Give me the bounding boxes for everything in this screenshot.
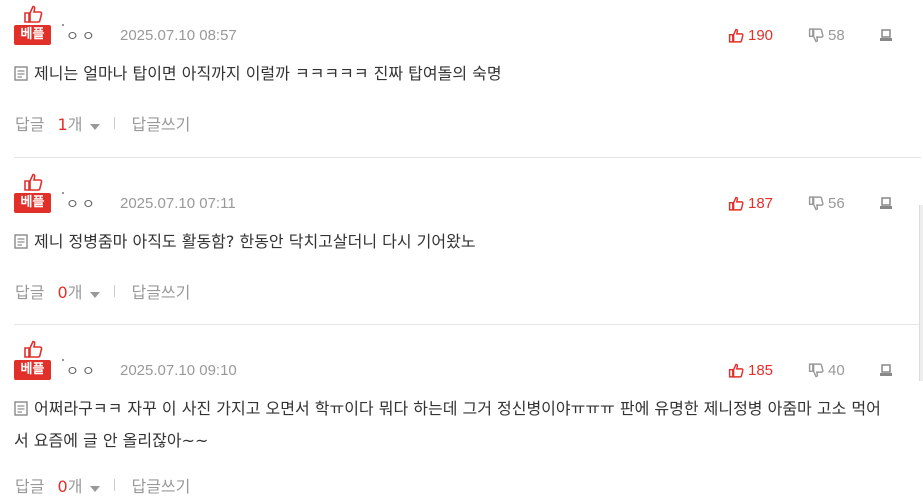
memo-icon bbox=[14, 401, 28, 416]
dislike-count: 40 bbox=[828, 362, 845, 379]
comment-text: 제니 정병줌마 아직도 활동함? 한동안 닥치고살더니 다시 기어왔노 bbox=[34, 232, 476, 251]
thumbs-down-icon bbox=[808, 28, 824, 43]
memo-icon bbox=[14, 234, 28, 249]
write-reply-button[interactable]: 답글쓰기 bbox=[131, 111, 190, 135]
divider bbox=[114, 117, 116, 129]
thumbs-up-icon bbox=[24, 340, 43, 358]
comment-body: 제니는 얼마나 탑이면 아직까지 이럴까 ㅋㅋㅋㅋㅋ 진짜 탑여돌의 숙명 bbox=[14, 58, 884, 90]
comment-body: 어쩌라구ㅋㅋ 자꾸 이 사진 가지고 오면서 학ㅠ이다 뭐다 하는데 그거 정신… bbox=[14, 393, 884, 457]
comment-author: ㅇㅇ bbox=[66, 364, 98, 380]
comment-text: 제니는 얼마나 탑이면 아직까지 이럴까 ㅋㅋㅋㅋㅋ 진짜 탑여돌의 숙명 bbox=[34, 64, 502, 83]
like-button[interactable]: 187 bbox=[728, 195, 773, 212]
separator-dot bbox=[62, 192, 64, 194]
thumbs-up-icon bbox=[728, 196, 744, 211]
thumbs-down-icon bbox=[808, 196, 824, 211]
replies-toggle[interactable]: 답글 1개 bbox=[15, 111, 101, 135]
comment-date: 2025.07.10 07:11 bbox=[120, 195, 236, 212]
like-count: 185 bbox=[748, 362, 774, 379]
report-icon[interactable] bbox=[880, 29, 892, 41]
report-icon[interactable] bbox=[880, 197, 892, 209]
best-badge: 베플 bbox=[14, 173, 52, 213]
comment-body: 제니 정병줌마 아직도 활동함? 한동안 닥치고살더니 다시 기어왔노 bbox=[14, 226, 884, 258]
dislike-count: 58 bbox=[828, 27, 845, 44]
comment-divider bbox=[14, 324, 921, 325]
reply-count-suffix: 개 bbox=[67, 115, 83, 134]
reply-count-suffix: 개 bbox=[67, 283, 83, 302]
scrollbar-edge[interactable] bbox=[919, 205, 923, 381]
thumbs-down-icon bbox=[808, 363, 824, 378]
comment-divider bbox=[14, 157, 921, 158]
reply-count: 0 bbox=[57, 283, 68, 302]
like-count: 190 bbox=[748, 27, 774, 44]
comment-date: 2025.07.10 08:57 bbox=[120, 27, 237, 44]
dislike-button[interactable]: 56 bbox=[808, 195, 845, 212]
separator-dot bbox=[62, 359, 64, 361]
separator-dot bbox=[62, 24, 64, 26]
reply-label: 답글 bbox=[15, 477, 45, 496]
chevron-down-icon bbox=[90, 292, 101, 298]
comment-author: ㅇㅇ bbox=[66, 29, 98, 45]
thumbs-up-icon bbox=[728, 28, 744, 43]
replies-toggle[interactable]: 답글 0개 bbox=[15, 279, 101, 303]
best-label: 베플 bbox=[14, 193, 51, 213]
divider bbox=[114, 479, 116, 491]
comment-author: ㅇㅇ bbox=[66, 197, 98, 213]
reply-count: 1 bbox=[57, 115, 68, 134]
memo-icon bbox=[14, 66, 28, 81]
reply-label: 답글 bbox=[15, 283, 45, 302]
comment-list: 베플 ㅇㅇ 2025.07.10 08:57 190 58 제니는 얼마나 탑이… bbox=[0, 0, 923, 503]
reply-count-suffix: 개 bbox=[67, 477, 83, 496]
chevron-down-icon bbox=[90, 124, 101, 130]
reply-bar: 답글 0개 답글쓰기 bbox=[15, 473, 190, 497]
best-label: 베플 bbox=[14, 360, 51, 380]
comment-date: 2025.07.10 09:10 bbox=[120, 362, 237, 379]
chevron-down-icon bbox=[90, 486, 101, 492]
report-icon[interactable] bbox=[880, 364, 892, 376]
thumbs-up-icon bbox=[24, 5, 43, 23]
like-button[interactable]: 185 bbox=[728, 362, 773, 379]
dislike-button[interactable]: 58 bbox=[808, 27, 845, 44]
best-badge: 베플 bbox=[14, 5, 52, 45]
reply-bar: 답글 1개 답글쓰기 bbox=[15, 111, 190, 135]
thumbs-up-icon bbox=[24, 173, 43, 191]
like-count: 187 bbox=[748, 195, 774, 212]
dislike-button[interactable]: 40 bbox=[808, 362, 845, 379]
reply-count: 0 bbox=[57, 477, 68, 496]
best-badge: 베플 bbox=[14, 340, 52, 380]
replies-toggle[interactable]: 답글 0개 bbox=[15, 473, 101, 497]
write-reply-button[interactable]: 답글쓰기 bbox=[131, 279, 190, 303]
dislike-count: 56 bbox=[828, 195, 845, 212]
write-reply-button[interactable]: 답글쓰기 bbox=[131, 473, 190, 497]
reply-bar: 답글 0개 답글쓰기 bbox=[15, 279, 190, 303]
thumbs-up-icon bbox=[728, 363, 744, 378]
like-button[interactable]: 190 bbox=[728, 27, 773, 44]
best-label: 베플 bbox=[14, 25, 51, 45]
reply-label: 답글 bbox=[15, 115, 45, 134]
divider bbox=[114, 285, 116, 297]
comment-text: 어쩌라구ㅋㅋ 자꾸 이 사진 가지고 오면서 학ㅠ이다 뭐다 하는데 그거 정신… bbox=[14, 399, 881, 450]
